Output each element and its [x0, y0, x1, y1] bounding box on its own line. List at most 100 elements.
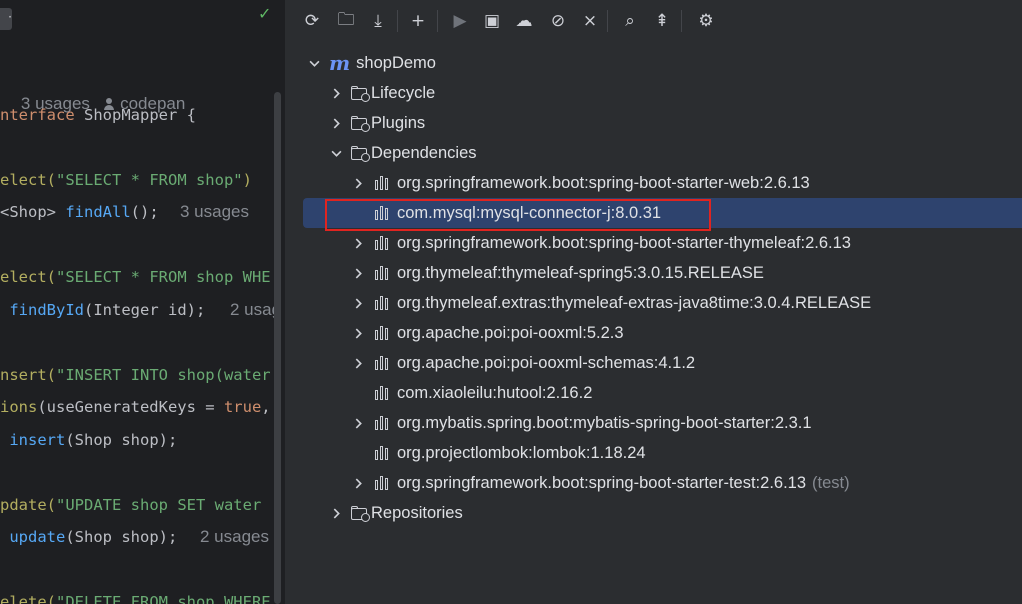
code-token: true [223, 398, 262, 416]
code-token: insert [9, 431, 66, 449]
code-token: (Shop shop); [65, 528, 178, 546]
chevron-right-icon[interactable] [351, 266, 365, 280]
code-line[interactable]: nterface ShopMapper { [0, 104, 196, 126]
tree-node-plugins[interactable]: Plugins [303, 108, 1022, 138]
maven-project-icon: m [329, 51, 351, 75]
code-line[interactable]: findById(Integer id); [0, 299, 205, 321]
run-config-icon[interactable]: ▣ [479, 8, 505, 34]
run-icon[interactable]: ▶ [447, 8, 473, 34]
tree-node-repositories[interactable]: Repositories [303, 498, 1022, 528]
chevron-right-icon[interactable] [351, 416, 365, 430]
library-icon [375, 416, 391, 430]
toolbar-separator [437, 10, 438, 32]
code-token: ShopMapper { [84, 106, 196, 124]
editor-scrollbar[interactable] [274, 92, 281, 604]
collapse-icon[interactable]: ⨯ [577, 8, 603, 34]
dependency-item[interactable]: org.thymeleaf:thymeleaf-spring5:3.0.15.R… [303, 258, 1022, 288]
code-token: elect( [0, 171, 56, 189]
chevron-down-icon[interactable] [307, 56, 321, 70]
reload-folder-icon[interactable]: 🗀 [333, 8, 359, 34]
library-icon [375, 476, 391, 490]
dependency-item[interactable]: org.apache.poi:poi-ooxml:5.2.3 [303, 318, 1022, 348]
chevron-right-icon[interactable] [351, 326, 365, 340]
usages-hint[interactable]: 3 usages [180, 201, 249, 223]
editor-tab[interactable]: · [0, 8, 12, 30]
dependency-item[interactable]: com.xiaoleilu:hutool:2.16.2 [303, 378, 1022, 408]
tree-node-label: org.apache.poi:poi-ooxml:5.2.3 [397, 323, 624, 342]
code-line[interactable]: elect("SELECT * FROM shop") [0, 169, 252, 191]
offline-icon[interactable]: ☁ [511, 8, 537, 34]
chevron-right-icon[interactable] [329, 506, 343, 520]
tree-node-lifecycle[interactable]: Lifecycle [303, 78, 1022, 108]
code-line[interactable]: ions(useGeneratedKeys = true, [0, 396, 271, 418]
chevron-right-icon[interactable] [351, 476, 365, 490]
code-token: ) [242, 171, 252, 189]
code-line[interactable]: <Shop> findAll(); [0, 201, 159, 223]
dependency-item[interactable]: org.projectlombok:lombok:1.18.24 [303, 438, 1022, 468]
analyze-deps-icon[interactable]: ⌕ [617, 8, 643, 34]
add-icon[interactable]: + [405, 8, 431, 34]
library-icon [375, 206, 391, 220]
code-editor[interactable]: · ✓ 3 usages codepan nterface ShopMapper… [0, 0, 284, 604]
tree-node-label: com.xiaoleilu:hutool:2.16.2 [397, 383, 593, 402]
dependency-item[interactable]: org.thymeleaf.extras:thymeleaf-extras-ja… [303, 288, 1022, 318]
code-token: "SELECT * FROM shop" [56, 171, 243, 189]
dependency-item[interactable]: org.springframework.boot:spring-boot-sta… [303, 468, 1022, 498]
chevron-right-icon[interactable] [329, 116, 343, 130]
code-line[interactable]: elect("SELECT * FROM shop WHE [0, 266, 271, 288]
tree-node-project[interactable]: m shopDemo [303, 48, 1022, 78]
library-icon [375, 356, 391, 370]
chevron-right-icon[interactable] [351, 296, 365, 310]
toolbar-separator [681, 10, 682, 32]
library-icon [375, 236, 391, 250]
dependency-item[interactable]: org.springframework.boot:spring-boot-sta… [303, 228, 1022, 258]
settings-icon[interactable]: ⚙ [693, 8, 719, 34]
code-line[interactable]: nsert("INSERT INTO shop(water [0, 364, 271, 386]
chevron-down-icon[interactable] [329, 146, 343, 160]
code-token: elete( [0, 593, 56, 604]
code-line[interactable]: insert(Shop shop); [0, 429, 177, 451]
reload-icon[interactable]: ⟳ [299, 8, 325, 34]
library-icon [375, 296, 391, 310]
download-icon[interactable]: ⤓ [365, 8, 391, 34]
code-token: (); [130, 203, 159, 221]
skip-tests-icon[interactable]: ⊘ [545, 8, 571, 34]
code-token: "UPDATE shop SET water [56, 496, 262, 514]
folder-icon [351, 85, 370, 102]
dependency-item[interactable]: org.apache.poi:poi-ooxml-schemas:4.1.2 [303, 348, 1022, 378]
code-token: "DELETE FROM shop WHERE [56, 593, 271, 604]
code-line[interactable]: elete("DELETE FROM shop WHERE [0, 591, 271, 604]
tree-node-dependencies[interactable]: Dependencies [303, 138, 1022, 168]
folder-icon [351, 505, 370, 522]
tree-node-label: org.thymeleaf.extras:thymeleaf-extras-ja… [397, 293, 872, 312]
code-line[interactable]: update(Shop shop); [0, 526, 177, 548]
toolbar-separator [607, 10, 608, 32]
dependency-item[interactable]: org.mybatis.spring.boot:mybatis-spring-b… [303, 408, 1022, 438]
tree-node-label: shopDemo [356, 53, 436, 72]
code-token: <Shop> [0, 203, 66, 221]
chevron-right-icon[interactable] [351, 356, 365, 370]
maven-tool-window: ⟳ 🗀 ⤓ + ▶ ▣ ☁ ⊘ ⨯ ⌕ ⇞ ⚙ m shopDemo Lifecycle Plugins De… [284, 0, 1022, 604]
expand-all-icon[interactable]: ⇞ [649, 8, 675, 34]
code-line[interactable]: pdate("UPDATE shop SET water [0, 494, 261, 516]
editor-tab-strip: · ✓ [0, 0, 284, 36]
dependency-item[interactable]: org.springframework.boot:spring-boot-sta… [303, 168, 1022, 198]
chevron-right-icon[interactable] [351, 176, 365, 190]
chevron-right-icon[interactable] [351, 236, 365, 250]
tree-node-label: Lifecycle [371, 83, 436, 102]
tree-node-label: org.apache.poi:poi-ooxml-schemas:4.1.2 [397, 353, 696, 372]
tree-node-label: org.projectlombok:lombok:1.18.24 [397, 443, 646, 462]
code-token: , [261, 398, 271, 416]
usages-hint[interactable]: 2 usages [200, 526, 269, 548]
chevron-right-icon[interactable] [329, 86, 343, 100]
tree-node-label: Repositories [371, 503, 463, 522]
code-token: update [9, 528, 66, 546]
no-problems-check-icon[interactable]: ✓ [258, 4, 271, 23]
tree-node-label: org.springframework.boot:spring-boot-sta… [397, 473, 807, 492]
code-token: (Integer id); [84, 301, 206, 319]
dependency-item[interactable]: com.mysql:mysql-connector-j:8.0.31 [303, 198, 1022, 228]
library-icon [375, 446, 391, 460]
